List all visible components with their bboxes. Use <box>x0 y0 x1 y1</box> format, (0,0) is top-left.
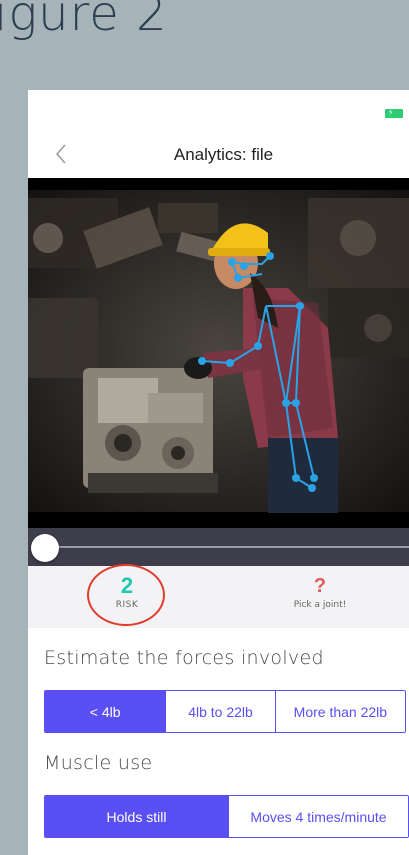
risk-highlight-circle <box>87 564 165 626</box>
pick-joint-label: Pick a joint! <box>293 600 347 610</box>
nav-bar: Analytics: file <box>28 130 409 178</box>
force-option-over-22lb[interactable]: More than 22lb <box>274 691 405 732</box>
force-option-4lb-to-22lb[interactable]: 4lb to 22lb <box>165 691 275 732</box>
muscle-option-holds-still[interactable]: Holds still <box>45 796 228 837</box>
battery-charging-icon: ⚡ <box>385 108 403 118</box>
question-mark-icon: ? <box>313 575 327 597</box>
force-option-under-4lb[interactable]: < 4lb <box>45 691 166 732</box>
page-title: Analytics: file <box>173 145 274 164</box>
status-bar: ⚡ <box>28 90 409 130</box>
phone-screen: ⚡ Analytics: file 2 RISK ? Pick a joint!… <box>28 90 409 855</box>
muscle-section-title: Muscle use <box>44 752 153 774</box>
worker-pose-image <box>28 178 409 528</box>
forces-section-title: Estimate the forces involved <box>44 647 324 669</box>
figure-title: igure 2 <box>0 0 168 42</box>
video-scrubber[interactable] <box>28 528 409 566</box>
scrubber-thumb[interactable] <box>31 534 59 562</box>
video-frame[interactable] <box>28 178 409 528</box>
metrics-panel: 2 RISK ? Pick a joint! <box>28 564 409 628</box>
muscle-option-moves-4-times[interactable]: Moves 4 times/minute <box>227 796 408 837</box>
muscle-segmented-control: Holds still Moves 4 times/minute <box>44 795 409 838</box>
forces-segmented-control: < 4lb 4lb to 22lb More than 22lb <box>44 690 406 733</box>
scrubber-track[interactable] <box>48 546 409 548</box>
pick-joint-button[interactable]: ? Pick a joint! <box>280 574 360 610</box>
